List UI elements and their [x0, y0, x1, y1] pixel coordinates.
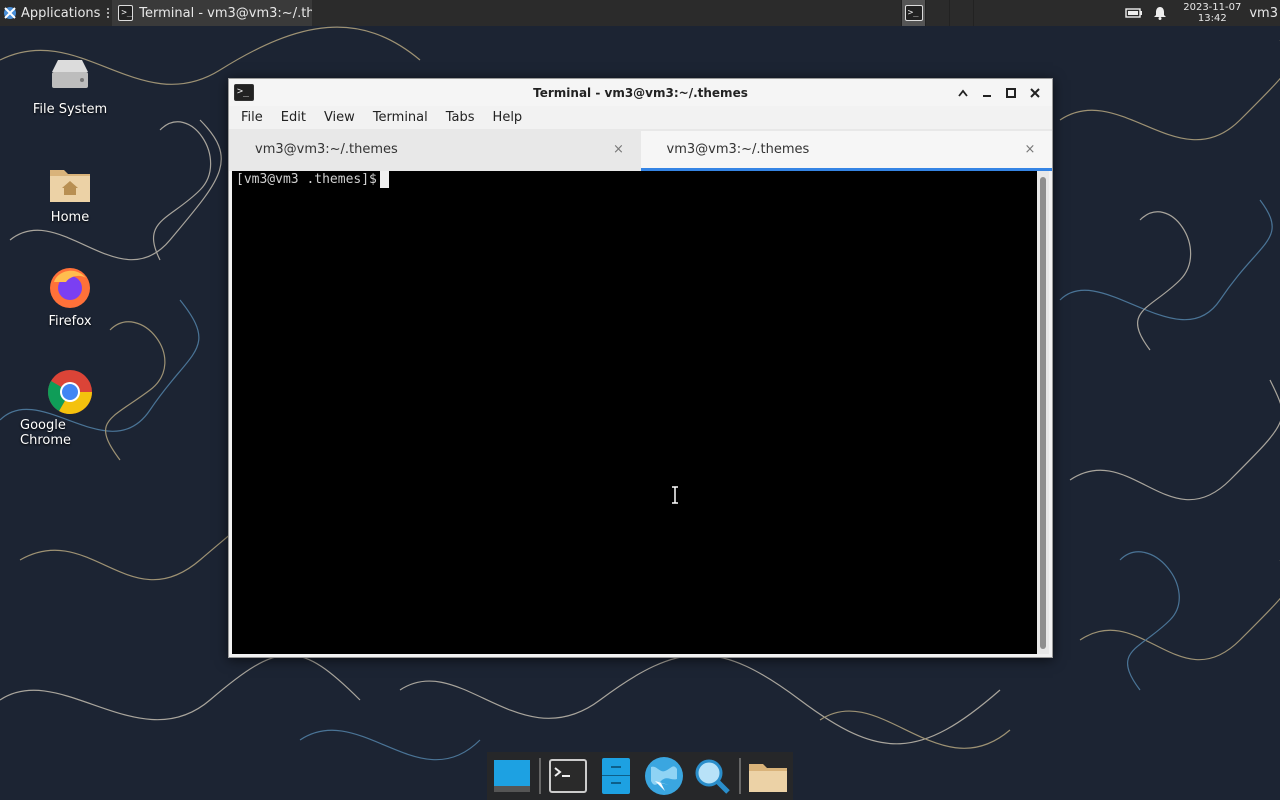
- desktop-icon-file-system[interactable]: File System: [20, 52, 120, 117]
- text-cursor: [379, 171, 389, 188]
- desktop-icon-firefox[interactable]: Firefox: [20, 264, 120, 329]
- desktop-icon-home[interactable]: Home: [20, 160, 120, 225]
- window-controls: [952, 82, 1046, 104]
- dock-file-manager[interactable]: [595, 754, 637, 798]
- terminal-icon: >_: [118, 5, 134, 21]
- taskbar-terminal-button[interactable]: >_ Terminal - vm3@vm3:~/.th...: [112, 0, 313, 26]
- desktop-icon-label: Home: [50, 210, 90, 225]
- bottom-dock: [487, 752, 793, 800]
- dock-web-browser[interactable]: [643, 754, 685, 798]
- maximize-icon[interactable]: [1000, 82, 1022, 104]
- shade-icon[interactable]: [952, 82, 974, 104]
- terminal-tab-2[interactable]: vm3@vm3:~/.themes ×: [640, 131, 1052, 171]
- terminal-icon: >_: [234, 84, 254, 101]
- firefox-icon: [50, 268, 90, 308]
- home-folder-icon: [50, 170, 90, 202]
- chrome-icon: [48, 370, 92, 414]
- xfce-logo-icon: [4, 7, 16, 19]
- minimize-icon[interactable]: [976, 82, 998, 104]
- terminal-tabbar: vm3@vm3:~/.themes × vm3@vm3:~/.themes ×: [229, 129, 1052, 171]
- menu-view[interactable]: View: [315, 110, 364, 125]
- terminal-window: >_ Terminal - vm3@vm3:~/.themes File Edi…: [228, 78, 1053, 658]
- terminal-output-area[interactable]: [vm3@vm3 .themes]$: [232, 171, 1037, 654]
- tab-close-icon[interactable]: ×: [611, 142, 627, 157]
- terminal-scrollbar[interactable]: [1037, 171, 1049, 654]
- notification-bell-icon[interactable]: [1153, 6, 1167, 20]
- workspace-4[interactable]: [973, 0, 997, 26]
- dock-separator: [739, 758, 741, 794]
- dock-search[interactable]: [691, 754, 733, 798]
- close-icon[interactable]: [1024, 82, 1046, 104]
- hard-drive-icon: [52, 60, 88, 88]
- taskbar-terminal-title: Terminal - vm3@vm3:~/.th...: [139, 5, 313, 21]
- panel-separator: [104, 4, 112, 22]
- menu-tabs[interactable]: Tabs: [437, 110, 484, 125]
- tab-label: vm3@vm3:~/.themes: [255, 142, 398, 157]
- panel-clock[interactable]: 2023-11-07 13:42: [1175, 2, 1249, 24]
- workspace-1[interactable]: >_: [901, 0, 926, 26]
- terminal-prompt-line: [vm3@vm3 .themes]$: [236, 171, 389, 189]
- terminal-titlebar[interactable]: >_ Terminal - vm3@vm3:~/.themes: [229, 79, 1052, 106]
- battery-icon[interactable]: [1125, 7, 1143, 19]
- applications-label: Applications: [21, 5, 101, 21]
- dock-folder[interactable]: [747, 754, 789, 798]
- applications-menu-button[interactable]: Applications: [0, 0, 104, 26]
- tab-close-icon[interactable]: ×: [1022, 142, 1038, 157]
- dock-show-desktop[interactable]: [491, 754, 533, 798]
- clock-date: 2023-11-07: [1183, 2, 1242, 13]
- workspace-3[interactable]: [949, 0, 973, 26]
- workspace-switcher: >_: [901, 0, 997, 26]
- magnifier-icon: [695, 759, 730, 794]
- shell-prompt: [vm3@vm3 .themes]$: [236, 172, 377, 187]
- terminal-tab-1[interactable]: vm3@vm3:~/.themes ×: [229, 131, 641, 171]
- desktop-icon-google-chrome[interactable]: Google Chrome: [20, 368, 120, 448]
- desktop-icon-label: Google Chrome: [20, 418, 71, 448]
- folder-icon: [748, 764, 787, 792]
- menu-edit[interactable]: Edit: [272, 110, 315, 125]
- globe-icon: [645, 757, 684, 795]
- desktop-icon-label: Firefox: [48, 314, 92, 329]
- terminal-icon: [548, 759, 587, 793]
- dock-terminal[interactable]: [547, 754, 589, 798]
- top-panel: Applications >_ Terminal - vm3@vm3:~/.th…: [0, 0, 1280, 26]
- desktop-icon-label: File System: [32, 102, 108, 117]
- menu-help[interactable]: Help: [484, 110, 532, 125]
- scrollbar-thumb[interactable]: [1040, 177, 1046, 649]
- user-menu[interactable]: vm3: [1249, 6, 1280, 21]
- menu-file[interactable]: File: [232, 110, 272, 125]
- file-cabinet-icon: [601, 758, 630, 794]
- window-title: Terminal - vm3@vm3:~/.themes: [533, 85, 748, 100]
- ibeam-cursor-icon: [672, 486, 678, 504]
- clock-time: 13:42: [1197, 13, 1227, 24]
- menu-terminal[interactable]: Terminal: [364, 110, 437, 125]
- workspace-2[interactable]: [925, 0, 949, 26]
- show-desktop-icon: [494, 760, 531, 792]
- dock-separator: [539, 758, 541, 794]
- system-tray: [1117, 6, 1175, 20]
- tab-label: vm3@vm3:~/.themes: [666, 142, 810, 157]
- terminal-menubar: File Edit View Terminal Tabs Help: [229, 106, 1052, 129]
- terminal-icon: >_: [904, 5, 923, 21]
